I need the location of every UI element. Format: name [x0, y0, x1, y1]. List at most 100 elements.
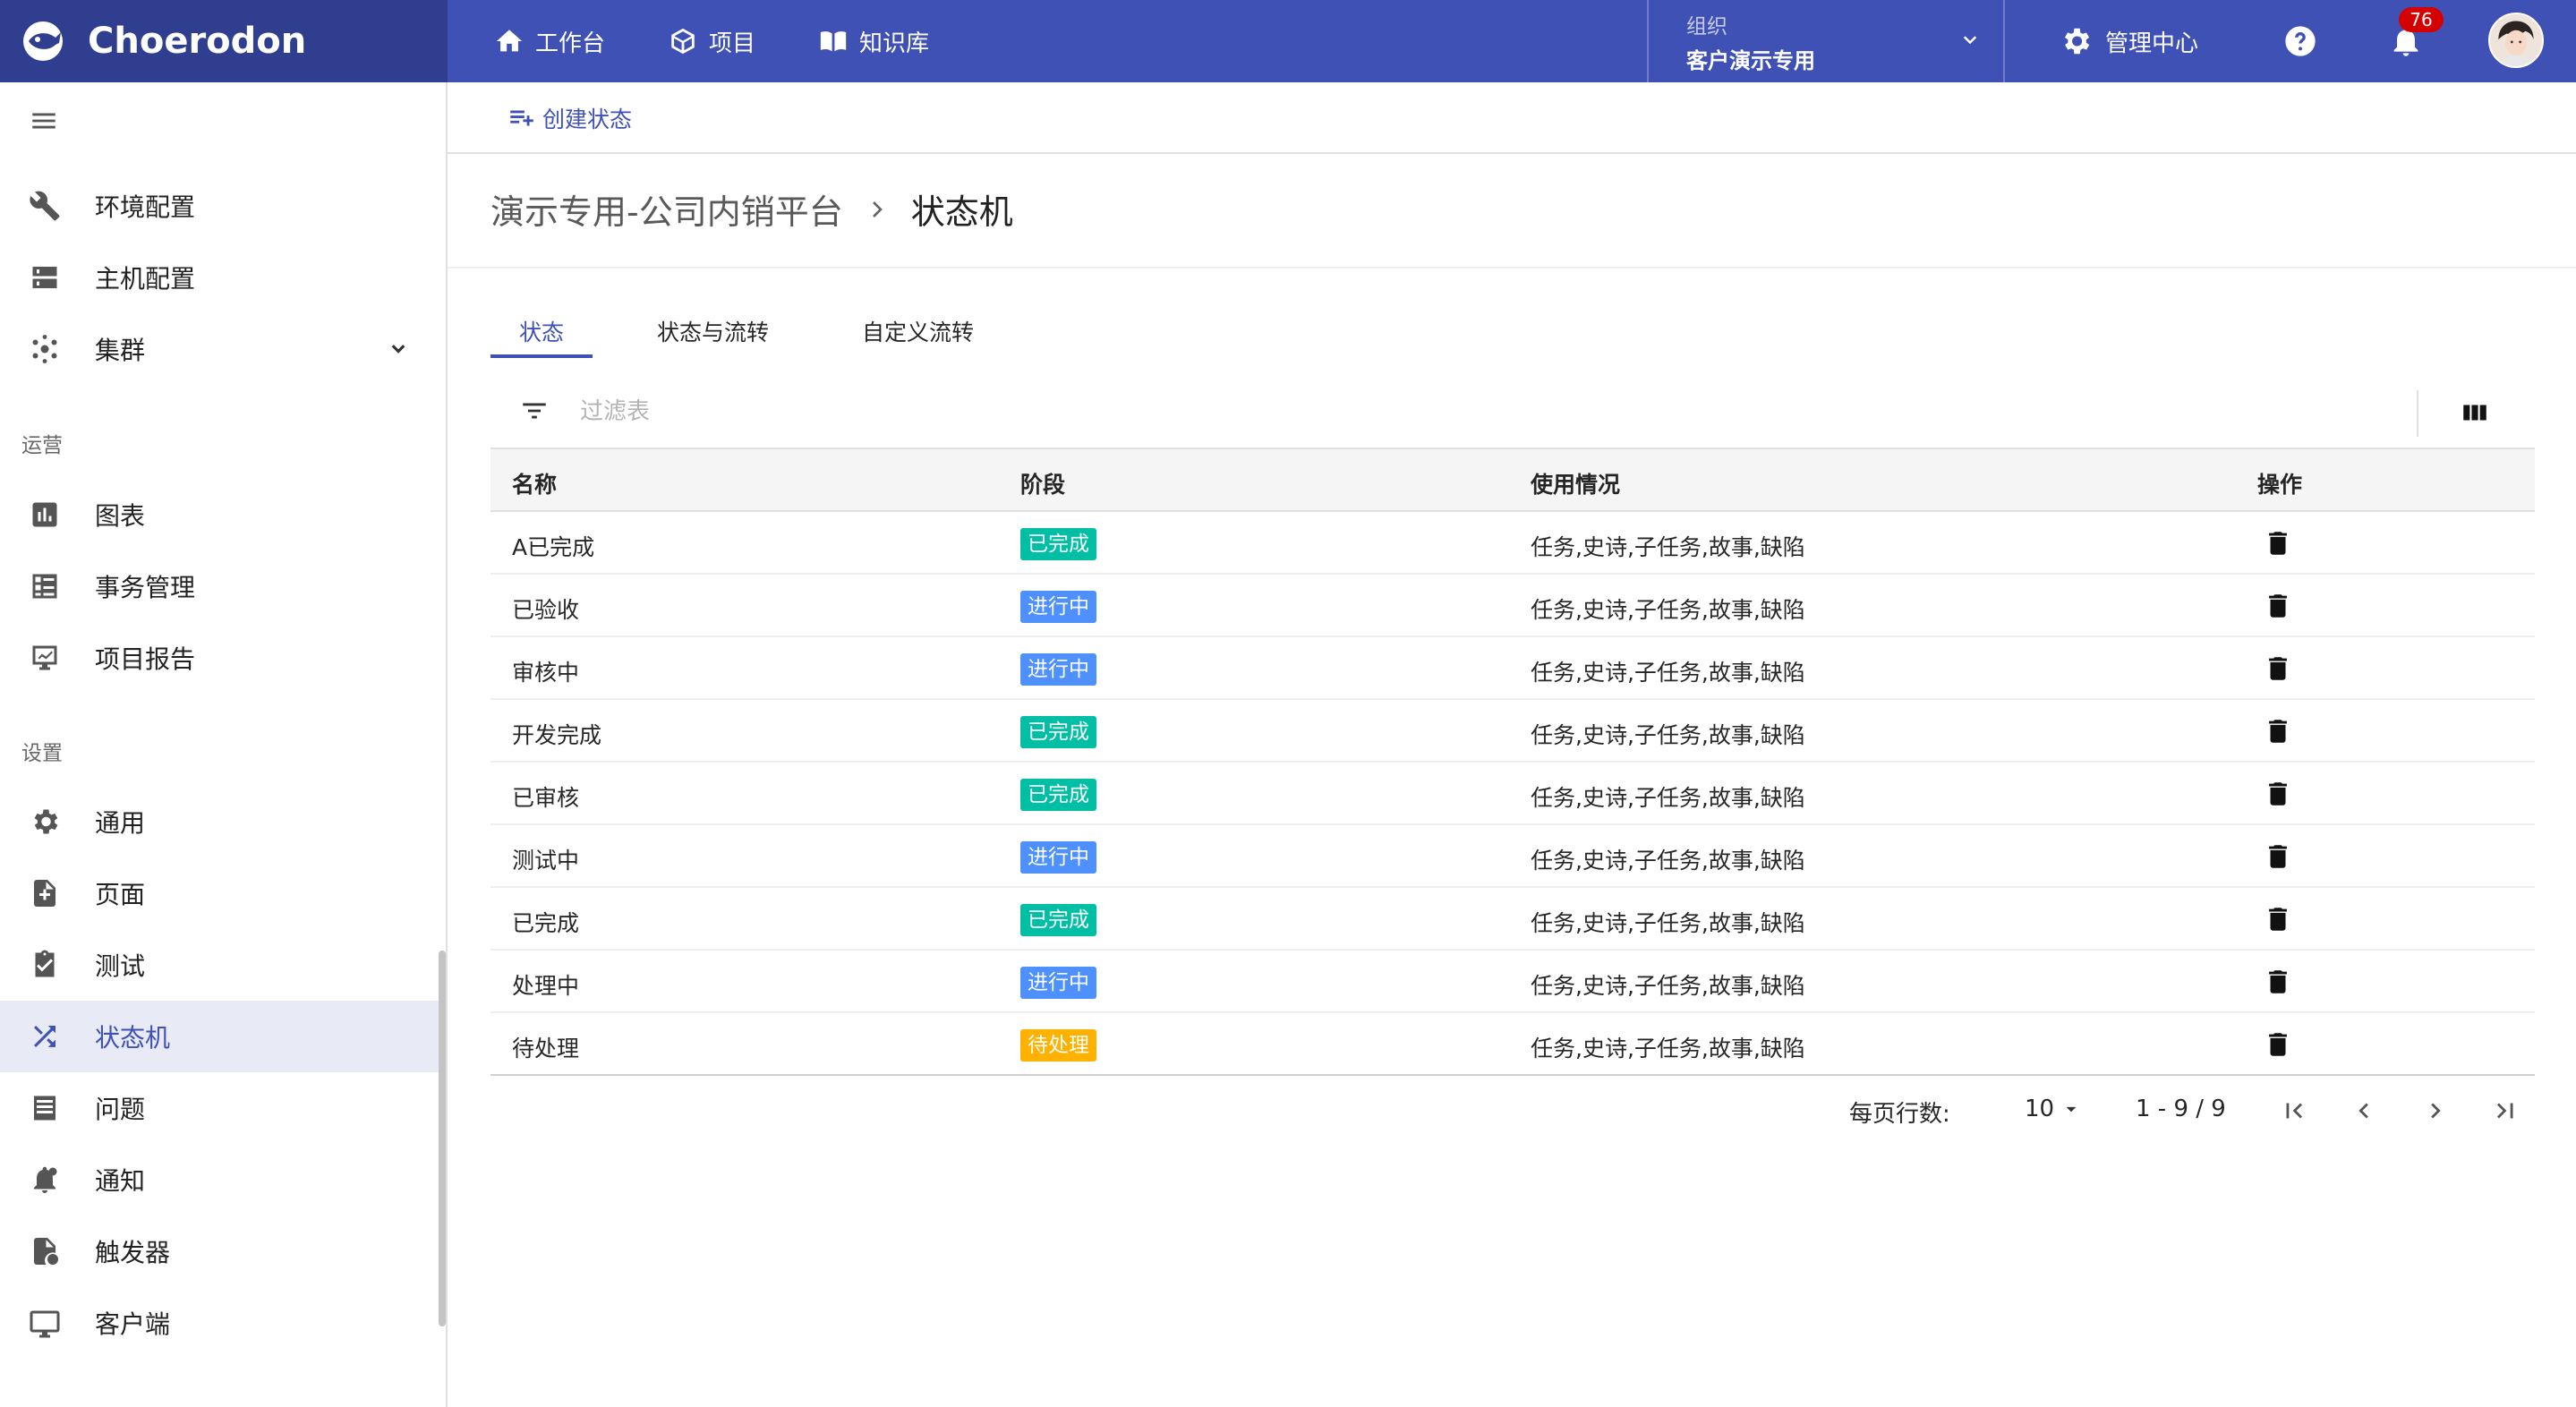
- menu-icon[interactable]: [29, 106, 59, 136]
- state-name: A已完成: [512, 534, 595, 560]
- create-state-button[interactable]: 创建状态: [507, 100, 632, 136]
- rows-per-page-label: 每页行数:: [1849, 1101, 1950, 1128]
- state-name: 待处理: [512, 1036, 580, 1062]
- table-row[interactable]: 已验收 进行中 任务,史诗,子任务,故事,缺陷: [490, 575, 2535, 637]
- stage-badge: 进行中: [1020, 591, 1096, 623]
- sidebar-item-host-config[interactable]: 主机配置: [0, 242, 440, 313]
- state-table: 名称 阶段 使用情况 操作 A已完成 已完成 任务,史诗,子任务,故事,缺陷 已验收进…: [490, 449, 2535, 1076]
- sidebar-item-label: 图表: [95, 501, 146, 531]
- filter-input[interactable]: [580, 392, 1296, 431]
- next-page-icon[interactable]: [2420, 1096, 2451, 1126]
- stage-badge: 已完成: [1020, 779, 1096, 811]
- delete-icon[interactable]: [2263, 716, 2293, 746]
- page-add-icon: [34, 880, 55, 907]
- nav-workbench[interactable]: 工作台: [494, 25, 605, 58]
- gear-icon: [2064, 28, 2090, 55]
- sidebar-item-charts[interactable]: 图表: [0, 479, 440, 550]
- stage-badge: 已完成: [1020, 716, 1096, 748]
- sidebar-item-test[interactable]: 测试: [0, 929, 440, 1001]
- sidebar-item-label: 通知: [95, 1166, 146, 1196]
- table-row[interactable]: 已审核 已完成 任务,史诗,子任务,故事,缺陷: [490, 763, 2535, 825]
- delete-icon[interactable]: [2263, 904, 2293, 934]
- delete-icon[interactable]: [2263, 779, 2293, 809]
- org-selector[interactable]: 组织 客户演示专用: [1647, 0, 2005, 82]
- delete-icon[interactable]: [2263, 841, 2293, 872]
- tab-states-and-transitions[interactable]: 状态与流转: [628, 317, 798, 358]
- sidebar-item-trigger[interactable]: 触发器: [0, 1215, 440, 1287]
- delete-icon[interactable]: [2263, 591, 2293, 621]
- monitor-icon: [30, 1310, 60, 1338]
- sidebar-item-task-management[interactable]: 事务管理: [0, 550, 440, 622]
- chevron-down-icon: [1963, 36, 1977, 45]
- caret-down-icon: [2066, 1106, 2077, 1113]
- sidebar-item-state-machine[interactable]: 状态机: [0, 1001, 440, 1072]
- avatar[interactable]: [2488, 13, 2544, 68]
- shuffle-icon: [34, 1026, 55, 1047]
- nav-project[interactable]: 项目: [668, 25, 755, 58]
- table-row[interactable]: 开发完成 已完成 任务,史诗,子任务,故事,缺陷: [490, 700, 2535, 763]
- stage-badge: 待处理: [1020, 1029, 1096, 1062]
- help-icon[interactable]: [2282, 23, 2318, 59]
- delete-icon[interactable]: [2263, 967, 2293, 997]
- sidebar-item-client[interactable]: 客户端: [0, 1287, 440, 1359]
- sidebar-scrollbar[interactable]: [439, 951, 446, 1326]
- state-name: 处理中: [512, 973, 580, 999]
- state-name: 审核中: [512, 660, 580, 686]
- sidebar-item-label: 主机配置: [95, 264, 196, 294]
- sidebar-item-issue[interactable]: 问题: [0, 1072, 440, 1144]
- toolbar: 创建状态: [448, 82, 2576, 154]
- chevron-down-icon[interactable]: [385, 336, 412, 362]
- create-state-label: 创建状态: [542, 107, 633, 132]
- column-settings-icon[interactable]: [2460, 397, 2490, 428]
- usage-text: 任务,史诗,子任务,故事,缺陷: [1531, 534, 1805, 560]
- rows-per-page-select[interactable]: 10: [2025, 1096, 2083, 1122]
- column-header-name[interactable]: 名称: [512, 467, 557, 499]
- sidebar-item-general[interactable]: 通用: [0, 786, 440, 857]
- column-header-usage[interactable]: 使用情况: [1531, 467, 1620, 499]
- org-label: 组织: [1686, 15, 1727, 38]
- usage-text: 任务,史诗,子任务,故事,缺陷: [1531, 597, 1805, 623]
- usage-text: 任务,史诗,子任务,故事,缺陷: [1531, 722, 1805, 748]
- tabs: 状态 状态与流转 自定义流转: [490, 317, 1002, 358]
- main-content: 创建状态 演示专用-公司内销平台 状态机 状态 状态与流转 自定义流转 名称 阶…: [448, 82, 2576, 1407]
- breadcrumb-parent[interactable]: 演示专用-公司内销平台: [490, 184, 843, 234]
- tab-states[interactable]: 状态: [490, 317, 593, 358]
- sidebar-item-project-report[interactable]: 项目报告: [0, 622, 440, 694]
- gear-icon: [34, 809, 58, 834]
- nav-knowledge[interactable]: 知识库: [818, 25, 929, 58]
- notification-count-badge: 76: [2399, 7, 2444, 32]
- table-row[interactable]: 待处理 待处理 任务,史诗,子任务,故事,缺陷: [490, 1013, 2535, 1076]
- admin-center-button[interactable]: 管理中心: [2059, 0, 2198, 82]
- org-value: 客户演示专用: [1686, 48, 1815, 73]
- table-row[interactable]: 测试中 进行中 任务,史诗,子任务,故事,缺陷: [490, 825, 2535, 888]
- table-body: A已完成 已完成 任务,史诗,子任务,故事,缺陷 已验收 进行中 任务,史诗,子任务,故事…: [490, 512, 2535, 1076]
- sidebar-item-env-config[interactable]: 环境配置: [0, 170, 440, 242]
- chart-icon: [32, 502, 57, 527]
- delete-icon[interactable]: [2263, 1029, 2293, 1060]
- column-header-stage[interactable]: 阶段: [1020, 467, 1065, 499]
- server-icon: [32, 267, 57, 288]
- page-range: 1 - 9 / 9: [2136, 1096, 2226, 1122]
- previous-page-icon[interactable]: [2349, 1096, 2379, 1126]
- first-page-icon[interactable]: [2279, 1096, 2309, 1126]
- sidebar-item-cluster[interactable]: 集群: [0, 313, 440, 385]
- tab-custom-transitions[interactable]: 自定义流转: [833, 317, 1002, 358]
- table-row[interactable]: 处理中 进行中 任务,史诗,子任务,故事,缺陷: [490, 951, 2535, 1013]
- breadcrumb: 演示专用-公司内销平台 状态机: [490, 184, 1013, 234]
- state-name: 测试中: [512, 848, 580, 874]
- nav-knowledge-label: 知识库: [859, 30, 930, 57]
- filter-icon[interactable]: [519, 396, 550, 426]
- state-name: 已完成: [512, 910, 580, 936]
- logo-area[interactable]: Choerodon: [0, 0, 448, 82]
- delete-icon[interactable]: [2263, 653, 2293, 684]
- table-row[interactable]: 审核中 进行中 任务,史诗,子任务,故事,缺陷: [490, 637, 2535, 700]
- file-trigger-icon: [34, 1238, 58, 1265]
- sidebar-item-page[interactable]: 页面: [0, 857, 440, 929]
- table-row[interactable]: A已完成 已完成 任务,史诗,子任务,故事,缺陷: [490, 512, 2535, 575]
- section-title-ops: 运营: [21, 434, 63, 457]
- delete-icon[interactable]: [2263, 528, 2293, 559]
- table-row[interactable]: 已完成 已完成 任务,史诗,子任务,故事,缺陷: [490, 888, 2535, 951]
- home-icon: [496, 30, 523, 52]
- last-page-icon[interactable]: [2490, 1096, 2521, 1126]
- sidebar-item-notice[interactable]: 通知: [0, 1144, 440, 1215]
